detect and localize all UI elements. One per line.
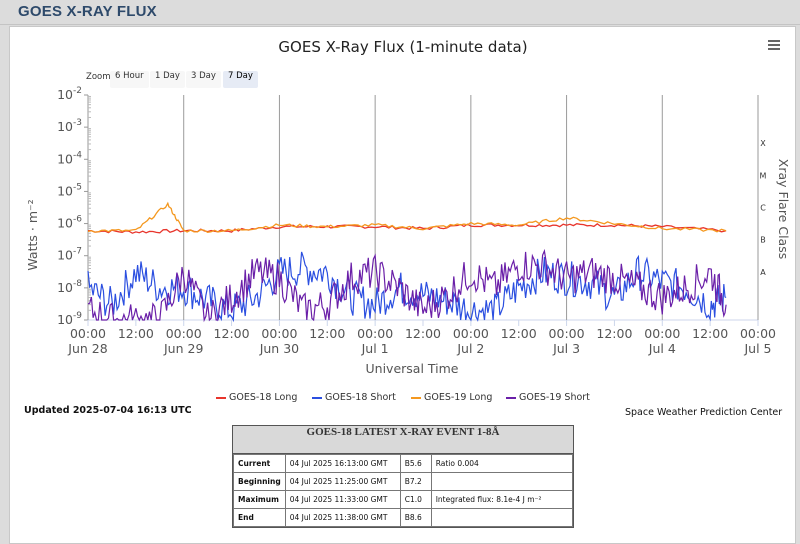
x-tick-date: Jun 28 xyxy=(67,341,107,356)
legend-label: GOES-19 Long xyxy=(424,392,493,403)
y-tick-label: 10-7 xyxy=(57,247,82,263)
x-tick-date: Jun 30 xyxy=(259,341,299,356)
row-key: Current xyxy=(233,454,286,473)
credit-text: Space Weather Prediction Center xyxy=(625,407,783,418)
row-note: Integrated flux: 8.1e-4 J m⁻² xyxy=(430,490,574,509)
x-tick-label: 12:00 xyxy=(214,326,250,341)
zoom-7-day-button[interactable]: 7 Day xyxy=(223,71,258,88)
x-tick-label: 12:00 xyxy=(501,326,537,341)
row-class: B5.6 xyxy=(399,454,432,473)
flare-class-label: X xyxy=(760,139,766,148)
x-tick-label: 00:00 xyxy=(644,326,680,341)
table-row: End 04 Jul 2025 11:38:00 GMT B8.6 xyxy=(233,508,574,527)
flare-class-label: M xyxy=(760,171,767,180)
y-tick-label: 10-2 xyxy=(57,86,82,102)
updated-timestamp: Updated 2025-07-04 16:13 UTC xyxy=(24,405,192,416)
legend-label: GOES-18 Short xyxy=(325,392,396,403)
x-tick-label: 12:00 xyxy=(405,326,441,341)
legend-goes18-short[interactable]: GOES-18 Short xyxy=(312,392,396,403)
zoom-1-day-button[interactable]: 1 Day xyxy=(150,71,185,88)
legend-goes19-short[interactable]: GOES-19 Short xyxy=(506,392,590,403)
y-tick-label: 10-6 xyxy=(57,215,82,231)
x-tick-label: 00:00 xyxy=(357,326,393,341)
legend-swatch xyxy=(506,396,516,399)
table-row: Current 04 Jul 2025 16:13:00 GMT B5.6 Ra… xyxy=(233,454,574,473)
chart-panel: GOES X-Ray Flux (1-minute data) 10-2 10-3… xyxy=(9,26,796,544)
zoom-3-day-button[interactable]: 3 Day xyxy=(186,71,221,88)
x-axis-label: Universal Time xyxy=(366,361,459,376)
y-tick-label: 10-3 xyxy=(57,118,82,134)
x-tick-label: 12:00 xyxy=(596,326,632,341)
y-tick-label: 10-4 xyxy=(57,150,82,166)
row-class: B8.6 xyxy=(399,508,432,527)
y-tick-label: 10-5 xyxy=(57,182,82,198)
legend-goes18-long[interactable]: GOES-18 Long xyxy=(216,392,297,403)
row-date: 04 Jul 2025 11:33:00 GMT xyxy=(284,490,401,509)
x-tick-label: 00:00 xyxy=(70,326,106,341)
flare-class-label: C xyxy=(760,204,766,213)
page-header: GOES X-RAY FLUX xyxy=(0,0,800,25)
x-tick-label: 12:00 xyxy=(118,326,154,341)
flare-class-label: B xyxy=(760,236,766,245)
y-tick-label: 10-8 xyxy=(57,279,82,295)
x-tick-date: Jul 4 xyxy=(648,341,676,356)
row-date: 04 Jul 2025 16:13:00 GMT xyxy=(284,454,401,473)
row-key: End xyxy=(233,508,286,527)
row-note xyxy=(430,508,574,527)
row-note: Ratio 0.004 xyxy=(430,454,574,473)
x-tick-label: 00:00 xyxy=(261,326,297,341)
x-tick-date: Jul 2 xyxy=(456,341,484,356)
row-date: 04 Jul 2025 11:25:00 GMT xyxy=(284,472,401,491)
y-tick-label: 10-9 xyxy=(57,311,82,327)
x-tick-label: 00:00 xyxy=(453,326,489,341)
latest-event-table: GOES-18 LATEST X-RAY EVENT 1-8Å Current … xyxy=(232,425,574,528)
x-tick-label: 00:00 xyxy=(549,326,585,341)
x-tick-date: Jul 1 xyxy=(361,341,389,356)
page-title: GOES X-RAY FLUX xyxy=(18,3,157,20)
event-table-title: GOES-18 LATEST X-RAY EVENT 1-8Å xyxy=(233,426,573,454)
x-tick-label: 00:00 xyxy=(166,326,202,341)
table-row: Maximum 04 Jul 2025 11:33:00 GMT C1.0 In… xyxy=(233,490,574,509)
legend-label: GOES-18 Long xyxy=(229,392,298,403)
x-tick-label: 00:00 xyxy=(740,326,776,341)
y-axis-label: Watts · m⁻² xyxy=(25,199,40,270)
row-date: 04 Jul 2025 11:38:00 GMT xyxy=(284,508,401,527)
row-key: Beginning xyxy=(233,472,286,491)
row-class: B7.2 xyxy=(399,472,432,491)
flare-class-label: A xyxy=(760,268,766,277)
x-tick-date: Jul 5 xyxy=(743,341,771,356)
legend-goes19-long[interactable]: GOES-19 Long xyxy=(411,392,492,403)
flare-class-axis-label: Xray Flare Class xyxy=(776,159,791,259)
chart-title: GOES X-Ray Flux (1-minute data) xyxy=(278,38,527,56)
legend-swatch xyxy=(411,396,421,399)
row-class: C1.0 xyxy=(399,490,432,509)
x-tick-date: Jun 29 xyxy=(163,341,203,356)
legend-swatch xyxy=(312,396,322,399)
legend-swatch xyxy=(216,396,226,399)
x-tick-date: Jul 3 xyxy=(552,341,580,356)
row-key: Maximum xyxy=(233,490,286,509)
chart-menu-icon[interactable] xyxy=(768,40,780,52)
zoom-6-hour-button[interactable]: 6 Hour xyxy=(110,71,149,88)
x-tick-label: 12:00 xyxy=(309,326,345,341)
table-row: Beginning 04 Jul 2025 11:25:00 GMT B7.2 xyxy=(233,472,574,491)
zoom-label: Zoom xyxy=(86,72,111,82)
x-tick-label: 12:00 xyxy=(692,326,728,341)
row-note xyxy=(430,472,574,491)
legend-label: GOES-19 Short xyxy=(519,392,590,403)
